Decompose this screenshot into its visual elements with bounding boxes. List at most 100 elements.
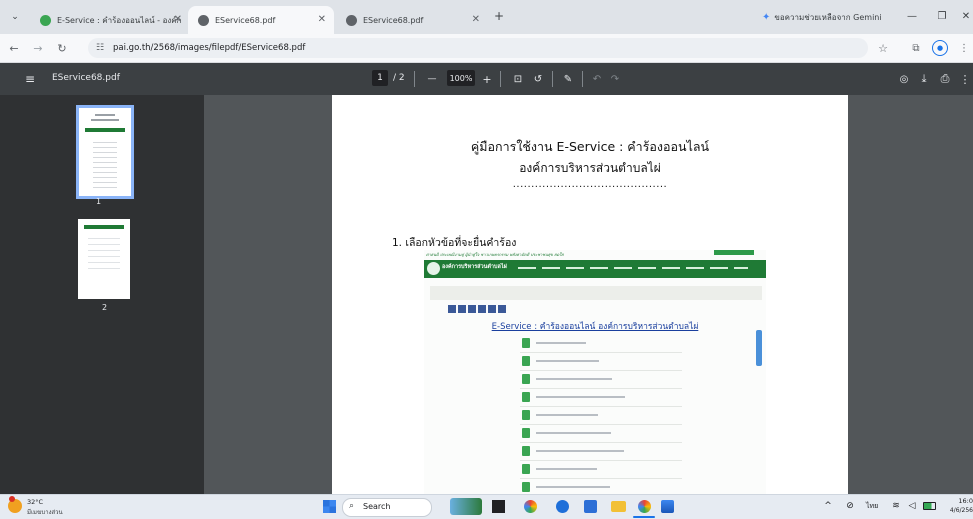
taskbar-search[interactable]: ⌕ Search (342, 498, 432, 517)
item-text-line (536, 360, 599, 362)
text-read-icon[interactable]: ◎ (896, 71, 912, 87)
document-icon (522, 410, 530, 420)
file-explorer-icon[interactable] (611, 501, 626, 512)
weather-desc: มีเมฆบางส่วน (27, 509, 63, 516)
notification-dot (9, 496, 15, 502)
network-off-icon[interactable]: ⊘ (844, 500, 856, 512)
page-number-input[interactable]: 1 (372, 70, 388, 86)
thumb-line (91, 119, 119, 121)
item-text-line (536, 414, 598, 416)
print-icon[interactable]: ⎙ (937, 71, 953, 87)
profile-avatar-icon[interactable]: ● (932, 40, 948, 56)
forward-icon[interactable]: → (30, 40, 46, 56)
site-info-icon[interactable]: ☷ (92, 40, 108, 56)
tab-eservice[interactable]: E-Service : คำร้องออนไลน์ - องค์ก ✕ (30, 6, 190, 34)
globe-icon (198, 14, 209, 26)
clock-time[interactable]: 16:0 (946, 497, 973, 505)
download-icon[interactable]: ⤓ (916, 71, 932, 87)
request-list-item (520, 408, 682, 425)
page-total: / 2 (393, 73, 405, 83)
search-icon: ⌕ (349, 501, 355, 511)
document-icon (522, 374, 530, 384)
back-icon[interactable]: ← (6, 40, 22, 56)
close-icon[interactable]: ✕ (174, 14, 182, 25)
thumb-banner (84, 225, 124, 229)
thumbnail-label: 1 (96, 197, 102, 206)
windows-start-icon[interactable] (323, 500, 336, 513)
minimize-icon[interactable]: — (905, 9, 919, 23)
redo-icon[interactable]: ↷ (608, 71, 622, 87)
close-icon[interactable]: ✕ (318, 14, 326, 25)
tab-pdf-active[interactable]: EService68.pdf ✕ (188, 6, 334, 34)
close-window-icon[interactable]: ✕ (960, 9, 972, 23)
document-icon (522, 446, 530, 456)
doc-title-line1: คู่มือการใช้งาน E-Service : คำร้องออนไลน… (470, 139, 710, 154)
zoom-out-button[interactable]: — (425, 71, 439, 87)
sparkle-icon: ✦ (762, 11, 771, 23)
thumbnail-sidebar: 1 2 (0, 95, 204, 494)
embedded-heading: E-Service : คำร้องออนไลน์ องค์การบริหารส… (491, 322, 699, 332)
undo-icon[interactable]: ↶ (590, 71, 604, 87)
reload-icon[interactable]: ↻ (54, 40, 70, 56)
wifi-icon[interactable]: ≋ (890, 500, 902, 512)
weather-temp: 32°C (27, 498, 44, 506)
request-list-item (520, 444, 682, 461)
hamburger-menu-icon[interactable]: ≡ (22, 71, 38, 87)
tab-pdf[interactable]: EService68.pdf ✕ (336, 6, 488, 34)
more-options-icon[interactable]: ⋮ (959, 71, 971, 87)
banner-bar: องค์การบริหารส่วนตำบลไผ่ (424, 260, 766, 278)
rotate-icon[interactable]: ↺ (530, 71, 546, 87)
extensions-icon[interactable]: ⧉ (908, 40, 924, 56)
taskbar: 32°C มีเมฆบางส่วน ⌕ Search ^ ⊘ ไทย ≋ ◁ 1… (0, 494, 973, 519)
tab-title: E-Service : คำร้องออนไลน์ - องค์ก (57, 15, 182, 25)
chrome-active-icon[interactable] (638, 500, 651, 513)
tab-search-button[interactable]: ⌄ (6, 8, 24, 26)
zoom-in-button[interactable]: + (480, 71, 494, 87)
banner-social-icons (714, 250, 754, 255)
annotate-pen-icon[interactable]: ✎ (560, 71, 576, 87)
thumb-list (93, 138, 117, 190)
zoom-level-input[interactable]: 100% (447, 70, 475, 86)
document-icon (522, 338, 530, 348)
pdf-page: คู่มือการใช้งาน E-Service : คำร้องออนไลน… (332, 95, 848, 502)
thumb-line (95, 114, 115, 116)
side-float-tab (756, 330, 762, 366)
input-language[interactable]: ไทย (866, 501, 878, 512)
chevron-up-icon[interactable]: ^ (822, 500, 834, 512)
thumb-banner (85, 128, 125, 132)
item-text-line (536, 396, 625, 398)
widget-landscape-icon[interactable] (450, 498, 482, 515)
divider (552, 71, 553, 87)
site-favicon-icon (40, 14, 51, 26)
url-text[interactable]: pai.go.th/2568/images/filepdf/EService68… (113, 43, 305, 53)
close-icon[interactable]: ✕ (472, 14, 480, 25)
banner-slogan: ศาสนดี ประเพณีงามคู่ ผู้นำสู่ใจ ชาวเกษตร… (426, 252, 564, 257)
request-list (520, 336, 682, 502)
doc-section-heading: 1. เลือกหัวข้อที่จะยื่นคำร้อง (392, 237, 517, 249)
battery-icon[interactable] (923, 502, 936, 510)
chrome-app-icon[interactable] (524, 500, 537, 513)
restore-icon[interactable]: ❐ (935, 9, 949, 23)
thumbnail-page-1[interactable] (76, 105, 134, 199)
document-icon (522, 428, 530, 438)
app-icon[interactable] (661, 500, 674, 513)
globe-icon (346, 14, 357, 26)
gemini-button[interactable]: ✦ ขอความช่วยเหลือจาก Gemini (762, 9, 882, 25)
store-icon[interactable] (584, 500, 597, 513)
new-tab-button[interactable]: + (492, 9, 506, 23)
request-list-item (520, 426, 682, 443)
bookmark-star-icon[interactable]: ☆ (875, 40, 891, 56)
thumbnail-page-2[interactable] (78, 219, 130, 299)
task-view-icon[interactable] (492, 500, 505, 513)
edge-icon[interactable] (556, 500, 569, 513)
item-text-line (536, 378, 612, 380)
thumbnail-label: 2 (102, 303, 108, 312)
fit-page-icon[interactable]: ⊡ (510, 71, 526, 87)
clock-date[interactable]: 4/6/256 (940, 507, 973, 514)
banner-menu (518, 267, 748, 269)
share-icons (448, 305, 508, 313)
menu-kebab-icon[interactable]: ⋮ (958, 40, 970, 56)
doc-dots: ........................................… (512, 179, 668, 190)
volume-icon[interactable]: ◁ (906, 500, 918, 512)
document-icon (522, 392, 530, 402)
